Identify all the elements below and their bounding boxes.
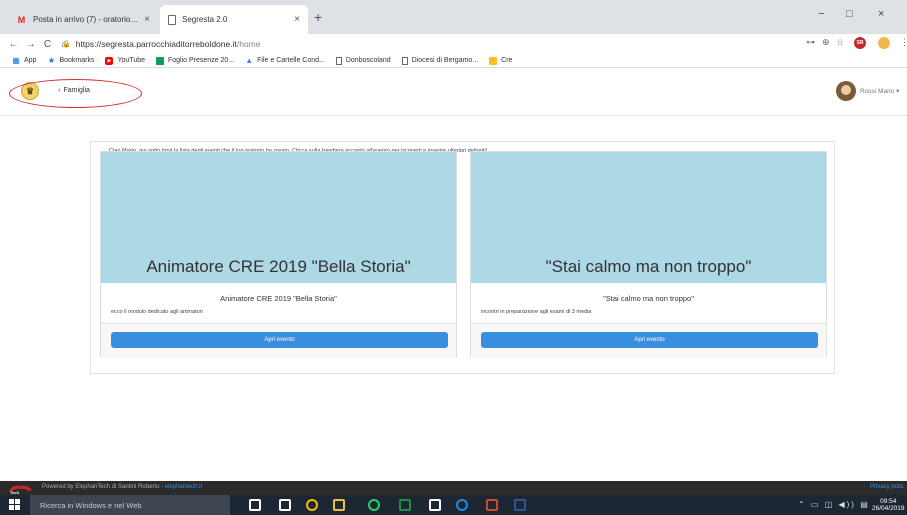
bookmark-cre[interactable]: Cre [489, 56, 513, 65]
bookmark-diocesi[interactable]: Diocesi di Bergamo... [401, 56, 479, 65]
privacy-link[interactable]: Privacy polic [870, 484, 904, 490]
url-path: /home [236, 39, 261, 49]
bookmark-label: Cre [501, 57, 513, 64]
powerpoint-icon[interactable] [486, 499, 498, 511]
zoom-icon[interactable]: ⊕ [822, 37, 830, 48]
clock-date: 26/04/2019 [872, 505, 905, 512]
bookmark-label: File e Cartelle Cond... [257, 57, 325, 64]
sheets-icon [156, 56, 164, 65]
star-icon: ★ [47, 55, 56, 65]
whatsapp-icon[interactable] [368, 499, 380, 511]
lock-icon: 🔒 [62, 41, 71, 48]
edge-icon[interactable] [456, 499, 468, 511]
event-image: Animatore CRE 2019 "Bella Storia" [101, 152, 456, 283]
event-card-footer: Apri evento [101, 323, 456, 358]
youtube-icon: ▶ [105, 56, 114, 65]
elephantech-logo: Tech [9, 485, 32, 494]
maximize-button[interactable]: □ [846, 8, 853, 20]
user-name: Rossi Mario [860, 88, 895, 95]
page-icon [401, 56, 408, 65]
events-panel: Ciao Mario, qui sotto trovi la lista deg… [90, 141, 835, 374]
bookmark-label: Bookmarks [59, 57, 95, 64]
user-menu[interactable]: Rossi Mario ▾ [860, 87, 899, 95]
tab-title: Segresta 2.0 [182, 15, 228, 24]
file-explorer-icon[interactable] [333, 499, 345, 511]
menu-icon[interactable]: ⋮ [900, 37, 907, 48]
profile-icon[interactable] [878, 37, 890, 49]
highlight-ellipse [9, 79, 142, 108]
event-image-title: "Stai calmo ma non troppo" [545, 257, 752, 276]
close-icon[interactable]: × [294, 14, 300, 25]
project-icon[interactable] [399, 499, 411, 511]
close-window-button[interactable]: × [878, 8, 884, 20]
footer-credits: Powered by ElephanTech di Santini Robert… [42, 484, 202, 490]
store-icon[interactable] [429, 499, 441, 511]
bookmark-label: App [24, 57, 37, 64]
taskbar-clock[interactable]: 09:54 26/04/2019 [872, 498, 905, 512]
folder-icon [489, 56, 498, 65]
bookmark-label: Diocesi di Bergamo... [411, 57, 479, 64]
apps-grid-icon: ▦ [12, 55, 20, 65]
event-image-title: Animatore CRE 2019 "Bella Storia" [146, 257, 411, 276]
forward-button[interactable]: → [24, 39, 37, 50]
footer-text: Powered by ElephanTech di Santini Robert… [42, 484, 165, 490]
site-footer: Tech Powered by ElephanTech di Santini R… [0, 481, 907, 495]
bookmark-bookmarks[interactable]: ★ Bookmarks [47, 55, 95, 65]
clock-time: 09:54 [880, 498, 897, 505]
bookmark-label: Foglio Presenze 20... [168, 57, 235, 64]
event-card-footer: Apri evento [471, 323, 826, 358]
windows-taskbar: Ricerca in Windows e nel Web ⌃ ▭ ◫ ◀)) ▤… [0, 495, 907, 515]
bookmark-label: YouTube [117, 57, 145, 64]
event-description: incontri in preparazione agli esami di 3… [481, 309, 592, 315]
browser-tab-strip: M Posta in arrivo (7) - oratoriotorre × … [0, 0, 907, 34]
back-button[interactable]: ← [7, 39, 20, 50]
system-tray-icons[interactable]: ⌃ ▭ ◫ ◀)) ▤ [798, 500, 870, 509]
bookmark-file-cartelle[interactable]: ▲ File e Cartelle Cond... [245, 55, 325, 65]
bookmark-foglio[interactable]: Foglio Presenze 20... [156, 56, 235, 65]
event-image: "Stai calmo ma non troppo" [471, 152, 826, 283]
key-icon[interactable]: ⊶ [806, 37, 815, 48]
windows-start-icon[interactable] [9, 499, 20, 510]
mail-app-icon[interactable] [279, 499, 291, 511]
star-icon[interactable]: ☆ [836, 37, 844, 48]
extension-icon[interactable]: SR [854, 37, 866, 49]
drive-icon: ▲ [245, 55, 254, 65]
browser-toolbar: ← → C ⌂ 🔒 https://segresta.parrocchiadit… [0, 34, 907, 54]
avatar[interactable] [836, 81, 856, 101]
gmail-icon: M [17, 14, 26, 25]
minimize-button[interactable]: − [818, 8, 824, 20]
address-bar[interactable]: 🔒 https://segresta.parrocchiaditorrebold… [62, 36, 782, 52]
word-icon[interactable] [514, 499, 526, 511]
event-card: Animatore CRE 2019 "Bella Storia" Animat… [100, 151, 457, 358]
task-view-icon[interactable] [249, 499, 261, 511]
bookmark-donboscoland[interactable]: Donboscoland [335, 56, 391, 65]
footer-link[interactable]: elephantech.it [165, 484, 202, 490]
svg-text:Tech: Tech [10, 490, 20, 494]
event-description: ecco il modulo dedicato agli animatori [111, 309, 203, 315]
bookmarks-bar: ▦ App ★ Bookmarks ▶ YouTube Foglio Prese… [0, 54, 907, 68]
event-title: Animatore CRE 2019 "Bella Storia" [220, 294, 337, 303]
close-icon[interactable]: × [144, 14, 150, 25]
url-host: https://segresta.parrocchiaditorreboldon… [75, 39, 237, 49]
chrome-icon[interactable] [306, 499, 318, 511]
tab-title: Posta in arrivo (7) - oratoriotorre [33, 15, 141, 24]
taskbar-search[interactable]: Ricerca in Windows e nel Web [30, 495, 230, 515]
bookmark-youtube[interactable]: ▶ YouTube [105, 56, 145, 65]
event-title: "Stai calmo ma non troppo" [603, 294, 694, 303]
page-icon [335, 56, 342, 65]
chevron-down-icon: ▾ [896, 88, 900, 95]
new-tab-button[interactable]: + [314, 9, 322, 25]
bookmark-app[interactable]: ▦ App [12, 55, 37, 65]
bookmark-label: Donboscoland [345, 57, 391, 64]
page-icon [168, 14, 176, 25]
open-event-button[interactable]: Apri evento [481, 332, 818, 348]
event-card: "Stai calmo ma non troppo" "Stai calmo m… [470, 151, 827, 358]
tab-segresta[interactable]: Segresta 2.0 × [160, 5, 308, 34]
reload-button[interactable]: C [41, 39, 54, 50]
open-event-button[interactable]: Apri evento [111, 332, 448, 348]
tab-gmail[interactable]: M Posta in arrivo (7) - oratoriotorre × [8, 5, 158, 34]
